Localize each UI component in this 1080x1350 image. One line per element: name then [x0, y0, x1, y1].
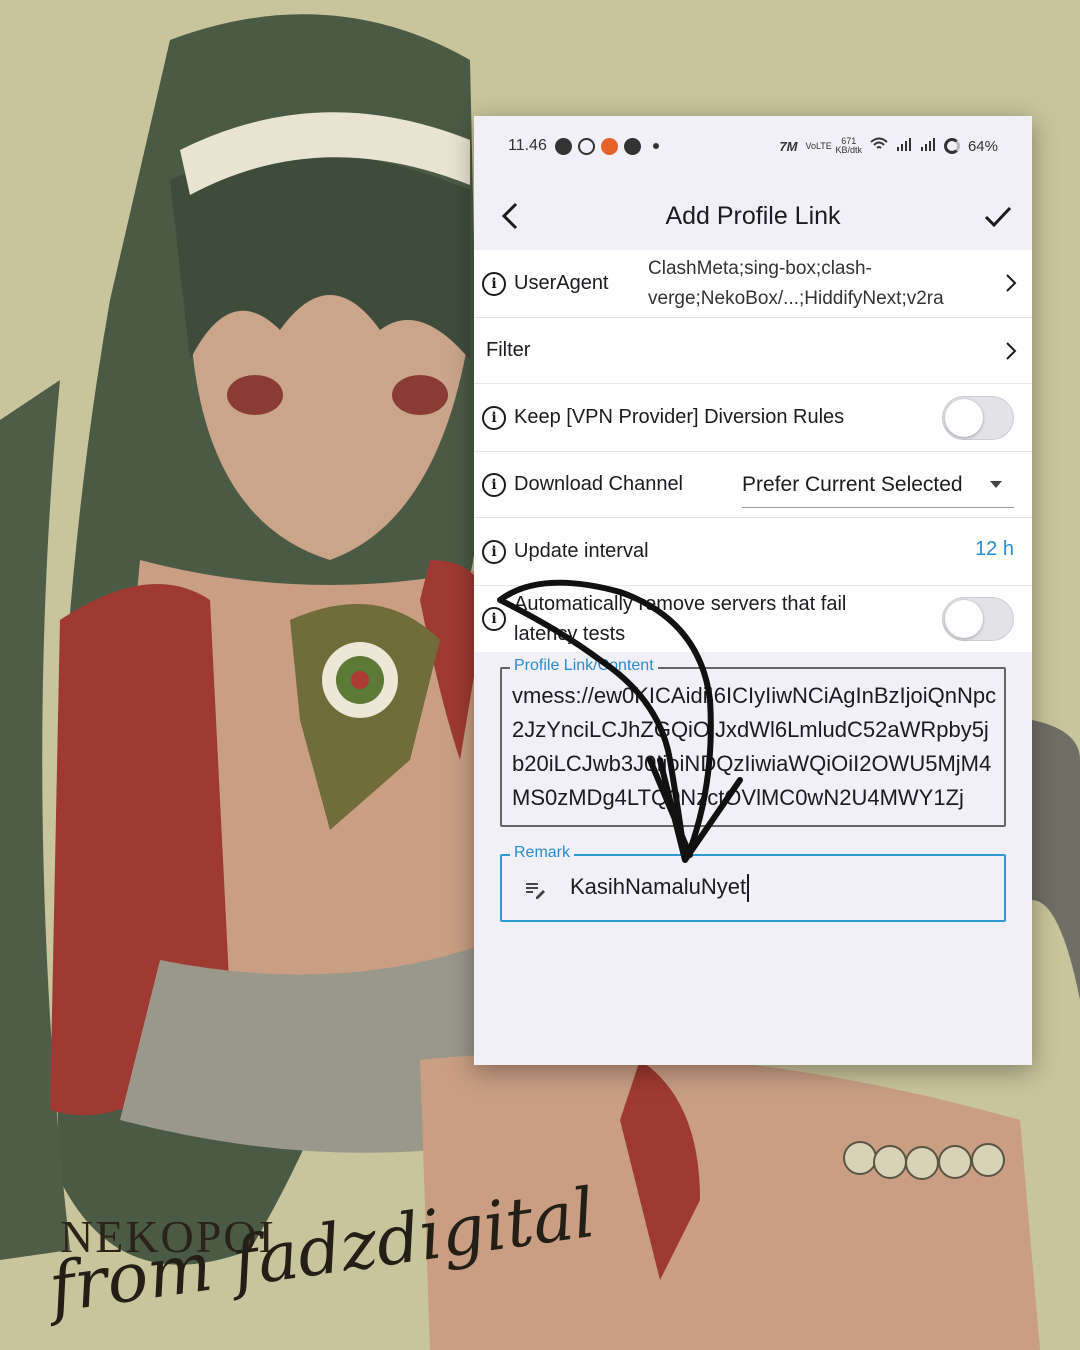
info-icon[interactable]: i	[482, 472, 506, 497]
keep-rules-row: i Keep [VPN Provider] Diversion Rules	[474, 384, 1032, 452]
notification-icons	[554, 137, 659, 155]
profile-link-field[interactable]: Profile Link/Content vmess://ew0KICAidiI…	[500, 657, 1006, 827]
remark-label: Remark	[510, 844, 575, 862]
profile-link-input[interactable]: vmess://ew0KICAidiI6ICIyIiwNCiAgInBzIjoi…	[512, 679, 998, 815]
download-channel-row: i Download Channel Prefer Current Select…	[474, 452, 1032, 518]
dropdown-arrow-icon	[990, 481, 1002, 488]
keep-rules-label: Keep [VPN Provider] Diversion Rules	[514, 406, 845, 428]
network-speed: 671 KB/dtk	[835, 136, 862, 155]
remark-field[interactable]: Remark KasihNamaluNyet	[500, 844, 1006, 922]
info-icon[interactable]: i	[482, 607, 506, 631]
status-right: 7M VoLTE 671 KB/dtk 64%	[779, 137, 998, 155]
signal-icon-2	[920, 137, 936, 155]
signal-brand-icon: 7M	[779, 138, 798, 154]
keep-rules-toggle[interactable]	[942, 396, 1014, 440]
download-channel-selected: Prefer Current Selected	[742, 472, 963, 496]
text-cursor	[747, 874, 750, 903]
status-time: 11.46	[508, 137, 547, 154]
volte-indicator: VoLTE	[805, 140, 832, 151]
battery-level: 64%	[967, 137, 998, 155]
remark-input[interactable]: KasihNamaluNyet	[570, 874, 750, 903]
status-bar: 11.46 7M VoLTE 671 KB/dtk 64%	[474, 116, 1032, 176]
profile-link-label: Profile Link/Content	[510, 657, 658, 675]
edit-note-icon	[526, 883, 545, 899]
check-icon[interactable]	[980, 198, 1016, 234]
chevron-right-icon	[1006, 342, 1017, 360]
shopee-icon	[600, 137, 618, 155]
info-icon[interactable]: i	[482, 539, 506, 564]
filter-label: Filter	[486, 339, 531, 361]
download-channel-dropdown[interactable]: Prefer Current Selected	[742, 462, 1014, 508]
useragent-row[interactable]: i UserAgent ClashMeta;sing-box;clash-ver…	[474, 250, 1032, 318]
auto-remove-label: Automatically remove servers that fail l…	[514, 593, 847, 645]
whatsapp-icon	[577, 137, 595, 155]
toggle-knob	[945, 399, 983, 437]
message-icon	[554, 137, 572, 155]
wifi-icon	[870, 137, 888, 155]
more-notifications-icon	[652, 143, 659, 149]
update-interval-label: Update interval	[514, 540, 649, 562]
toggle-knob	[945, 600, 983, 638]
signal-icon-1	[896, 137, 912, 155]
download-channel-label: Download Channel	[514, 473, 684, 495]
battery-icon	[943, 138, 960, 154]
info-icon[interactable]: i	[482, 271, 506, 296]
filter-row[interactable]: Filter	[474, 318, 1032, 384]
useragent-label: UserAgent	[514, 272, 609, 294]
phone-screenshot: 11.46 7M VoLTE 671 KB/dtk 64% Add Profil…	[474, 116, 1032, 1065]
arrow-back-icon[interactable]	[494, 198, 530, 234]
info-icon[interactable]: i	[482, 405, 506, 430]
useragent-value: ClashMeta;sing-box;clash-verge;NekoBox/.…	[648, 258, 944, 309]
chevron-right-icon	[1006, 274, 1017, 292]
update-interval-value[interactable]: 12 h	[975, 538, 1014, 561]
settings-list: i UserAgent ClashMeta;sing-box;clash-ver…	[474, 250, 1032, 652]
update-interval-row[interactable]: i Update interval 12 h	[474, 518, 1032, 586]
auto-remove-toggle[interactable]	[942, 597, 1014, 641]
app-bar: Add Profile Link	[474, 182, 1032, 250]
chat-icon	[623, 137, 641, 155]
auto-remove-row: i Automatically remove servers that fail…	[474, 586, 1032, 652]
page-title: Add Profile Link	[665, 201, 841, 230]
